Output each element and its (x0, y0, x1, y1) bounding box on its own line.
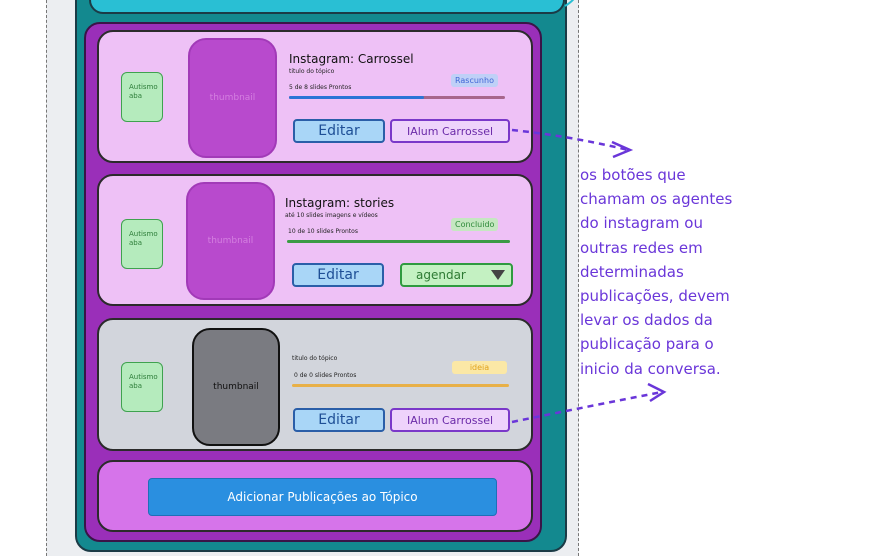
annotation-arrow (511, 128, 629, 152)
annotation-arrow (511, 390, 663, 424)
annotation-arrows (511, 0, 667, 424)
panel-connector (564, 0, 575, 7)
